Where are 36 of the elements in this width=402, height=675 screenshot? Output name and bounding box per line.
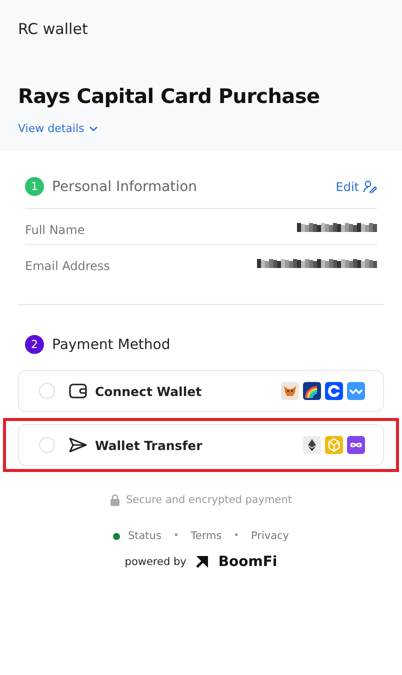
infinity-icon (347, 436, 365, 454)
edit-link[interactable]: Edit (336, 180, 377, 194)
cube-icon (325, 436, 343, 454)
view-details-link[interactable]: View details (18, 122, 98, 135)
option-label: Connect Wallet (95, 384, 203, 398)
option-label: Wallet Transfer (95, 438, 204, 452)
radio-button[interactable] (39, 383, 55, 399)
payment-option[interactable]: Connect Wallet (18, 370, 384, 412)
section-title: Personal Information (52, 178, 198, 194)
payment-option[interactable]: Wallet Transfer (18, 424, 384, 466)
lock-icon (110, 494, 120, 506)
security-note: Secure and encrypted payment (126, 494, 292, 506)
chevron-down-icon (89, 126, 98, 132)
step-number: 2 (25, 335, 44, 354)
page-title: Rays Capital Card Purchase (18, 84, 321, 108)
footer-link[interactable]: Terms (190, 530, 222, 542)
step-number: 1 (25, 177, 44, 196)
user-edit-icon (363, 180, 377, 193)
field-label: Full Name (25, 223, 85, 237)
arrow-icon (196, 556, 208, 568)
footer-link[interactable]: Privacy (250, 530, 290, 542)
separator: • (173, 531, 179, 541)
radio-button[interactable] (39, 437, 55, 453)
wallet-icon (69, 383, 87, 399)
brand-name: BoomFi (218, 554, 278, 570)
powered-by-text: powered by (124, 556, 186, 568)
coin-icon (325, 382, 343, 400)
separator: • (234, 531, 239, 541)
fox-icon (281, 382, 299, 400)
footer-link[interactable]: Status (112, 530, 162, 542)
field-label: Email Address (25, 259, 110, 273)
rainbow-icon (303, 382, 321, 400)
wave-icon (347, 382, 365, 400)
send-icon (69, 437, 87, 453)
section-title: Payment Method (52, 336, 172, 352)
wallet-name: RC wallet (18, 20, 89, 38)
